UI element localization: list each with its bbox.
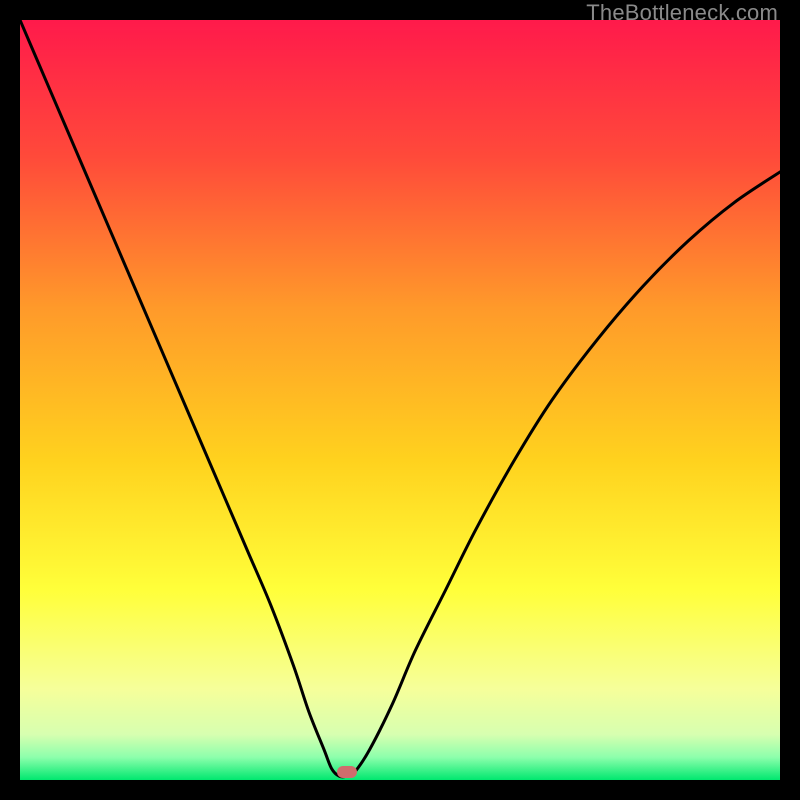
- chart-frame: [20, 20, 780, 780]
- optimum-marker: [337, 766, 357, 778]
- watermark-text: TheBottleneck.com: [586, 0, 778, 26]
- gradient-background: [20, 20, 780, 780]
- bottleneck-plot: [20, 20, 780, 780]
